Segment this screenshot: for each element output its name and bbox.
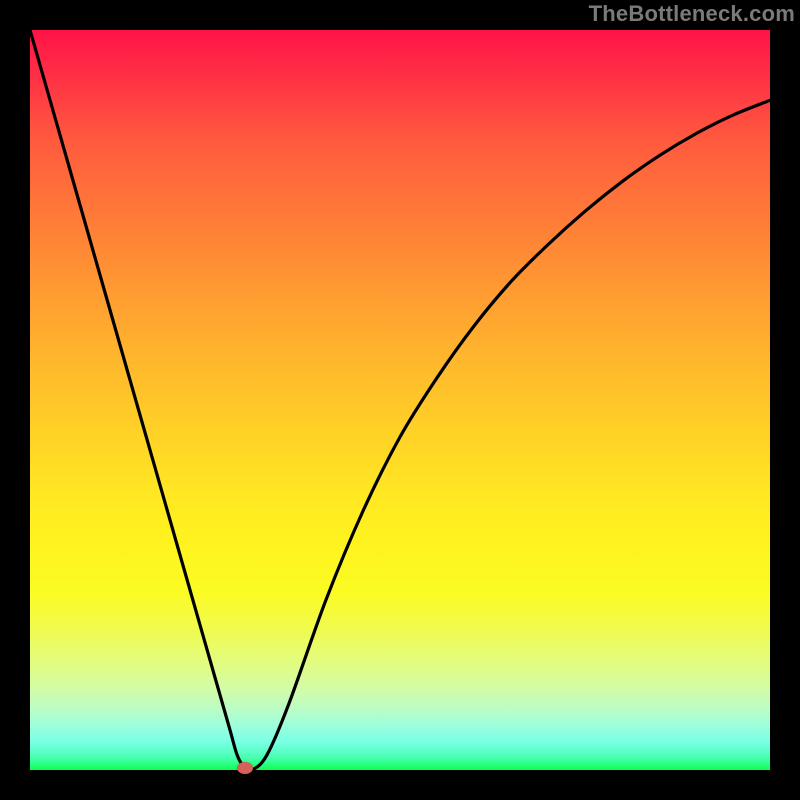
minimum-marker: [237, 762, 253, 774]
plot-area: [30, 30, 770, 770]
chart-container: TheBottleneck.com: [0, 0, 800, 800]
watermark-text: TheBottleneck.com: [589, 1, 795, 27]
bottleneck-curve: [30, 30, 770, 770]
